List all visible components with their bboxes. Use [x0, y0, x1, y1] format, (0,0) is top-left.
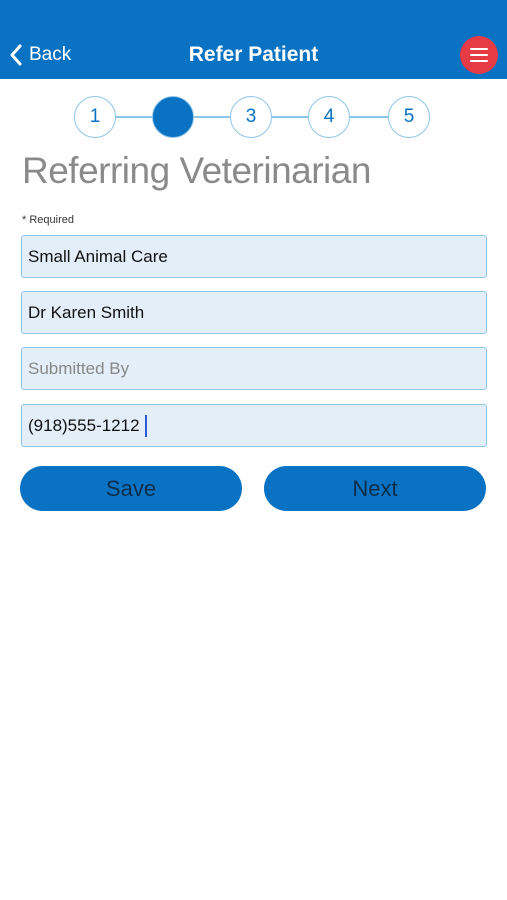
- next-button[interactable]: Next: [264, 466, 486, 511]
- step-connector: [350, 116, 390, 118]
- step-5[interactable]: 5: [388, 96, 430, 138]
- step-1[interactable]: 1: [74, 96, 116, 138]
- step-3[interactable]: 3: [230, 96, 272, 138]
- form-title: Referring Veterinarian: [22, 150, 371, 191]
- required-note: * Required: [22, 214, 74, 226]
- step-2-current[interactable]: [152, 96, 194, 138]
- phone-field[interactable]: [21, 404, 487, 447]
- practice-name-field[interactable]: [21, 235, 487, 278]
- nav-bar: Back Refer Patient: [0, 0, 507, 79]
- page-header-title: Refer Patient: [188, 43, 319, 66]
- menu-button[interactable]: [460, 36, 498, 74]
- text-cursor: [145, 415, 147, 437]
- submitted-by-field[interactable]: [21, 347, 487, 390]
- step-4[interactable]: 4: [308, 96, 350, 138]
- save-button[interactable]: Save: [20, 466, 242, 511]
- veterinarian-name-field[interactable]: [21, 291, 487, 334]
- progress-stepper: 1 3 4 5: [0, 94, 507, 140]
- step-connector: [194, 116, 234, 118]
- step-connector: [272, 116, 312, 118]
- step-connector: [116, 116, 156, 118]
